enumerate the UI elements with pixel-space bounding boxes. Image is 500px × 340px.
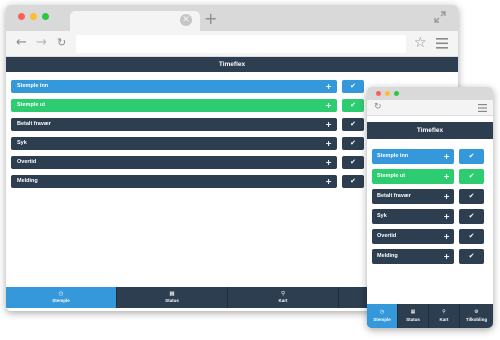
plus-icon: + [325,82,332,91]
action-button[interactable]: Betalt fravær + [372,189,454,204]
plus-icon: + [325,120,332,129]
mobile-browser-window: ↻ Timeflex Stemple inn + ✔ Stemple ut + ✔ Beta… [367,87,493,328]
close-window-dot[interactable] [376,91,381,96]
nav-item-status[interactable]: ▦ Status [398,304,429,328]
plus-icon: + [443,192,450,201]
back-arrow-icon[interactable]: ← [16,35,27,51]
menu-icon[interactable] [436,38,448,49]
nav-item-tilkobling[interactable]: ⚙ Tilkobling [460,304,493,328]
action-label: Stemple inn [377,153,409,159]
mobile-title-bar [367,87,493,100]
app-title-bar: Timeflex [6,57,458,72]
nav-label: Tilkobling [465,317,488,322]
minimize-window-dot[interactable] [30,13,37,20]
action-label: Stemple inn [17,83,49,89]
clock-icon: ◷ [379,309,385,315]
address-bar[interactable] [76,35,406,53]
action-button[interactable]: Syk + [372,209,454,224]
mobile-toolbar: ↻ [367,100,493,116]
action-button[interactable]: Betalt fravær + [11,118,337,131]
action-label: Stemple ut [377,173,406,179]
check-icon[interactable]: ✔ [459,209,484,224]
action-button[interactable]: Stemple inn + [11,80,337,93]
close-tab-icon[interactable]: ✕ [180,14,192,26]
gear-icon: ⚙ [474,309,479,315]
tab-strip: ✕ + [6,5,458,31]
nav-item-kart[interactable]: ⚲ Kart [228,287,339,308]
browser-tab[interactable]: ✕ [70,11,200,31]
action-label: Melding [17,178,38,184]
check-icon[interactable]: ✔ [342,137,364,150]
bottom-nav: ◷ Stemple ▦ Status ⚲ Kart ⚙ Tilkobling [367,304,493,328]
browser-toolbar: ← → ↻ ☆ [6,31,458,57]
action-button[interactable]: Overtid + [372,229,454,244]
check-icon[interactable]: ✔ [459,169,484,184]
action-list: Stemple inn + ✔ Stemple ut + ✔ Betalt fravær + ✔… [367,149,493,274]
nav-label: Status [165,298,179,303]
maximize-window-dot[interactable] [394,91,399,96]
check-icon[interactable]: ✔ [459,189,484,204]
plus-icon: + [443,212,450,221]
check-icon[interactable]: ✔ [342,80,364,93]
plus-icon: + [443,252,450,261]
stage: ✕ + ← → ↻ ☆ Timeflex Stemple inn + ✔ Stempl… [0,0,500,340]
check-icon[interactable]: ✔ [342,99,364,112]
nav-label: Stemple [373,317,391,322]
action-button[interactable]: Melding + [11,175,337,188]
check-icon[interactable]: ✔ [342,118,364,131]
plus-icon: + [325,177,332,186]
close-window-dot[interactable] [18,13,25,20]
plus-icon: + [443,152,450,161]
action-label: Betalt fravær [377,193,411,199]
nav-item-stemple[interactable]: ◷ Stemple [6,287,117,308]
action-label: Betalt fravær [17,121,51,127]
action-button[interactable]: Stemple inn + [372,149,454,164]
action-label: Stemple ut [17,102,46,108]
plus-icon: + [325,158,332,167]
check-icon[interactable]: ✔ [342,156,364,169]
check-icon[interactable]: ✔ [459,229,484,244]
nav-label: Status [406,317,420,322]
nav-item-status[interactable]: ▦ Status [117,287,228,308]
action-label: Syk [17,140,27,146]
minimize-window-dot[interactable] [385,91,390,96]
nav-item-stemple[interactable]: ◷ Stemple [367,304,398,328]
clock-icon: ◷ [58,291,64,297]
new-tab-icon[interactable]: + [204,11,218,27]
calendar-icon: ▦ [169,291,175,297]
action-button[interactable]: Stemple ut + [372,169,454,184]
nav-item-kart[interactable]: ⚲ Kart [429,304,460,328]
calendar-icon: ▦ [410,309,416,315]
action-button[interactable]: Melding + [372,249,454,264]
menu-icon[interactable] [478,104,487,112]
plus-icon: + [443,172,450,181]
action-label: Melding [377,253,398,259]
bookmark-star-icon[interactable]: ☆ [414,34,427,52]
check-icon[interactable]: ✔ [459,249,484,264]
action-label: Overtid [377,233,397,239]
reload-icon[interactable]: ↻ [57,36,66,50]
check-icon[interactable]: ✔ [459,149,484,164]
plus-icon: + [325,101,332,110]
plus-icon: + [443,232,450,241]
action-button[interactable]: Overtid + [11,156,337,169]
check-icon[interactable]: ✔ [342,175,364,188]
action-button[interactable]: Syk + [11,137,337,150]
action-label: Syk [377,213,387,219]
map-pin-icon: ⚲ [442,309,446,315]
action-label: Overtid [17,159,37,165]
nav-label: Stemple [52,298,70,303]
app-title-bar: Timeflex [367,122,493,139]
maximize-window-dot[interactable] [42,13,49,20]
forward-arrow-icon[interactable]: → [36,35,47,51]
action-button[interactable]: Stemple ut + [11,99,337,112]
plus-icon: + [325,139,332,148]
reload-icon[interactable]: ↻ [374,102,382,113]
nav-label: Kart [278,298,288,303]
nav-label: Kart [439,317,449,322]
fullscreen-icon[interactable] [434,11,446,23]
map-pin-icon: ⚲ [280,291,286,297]
